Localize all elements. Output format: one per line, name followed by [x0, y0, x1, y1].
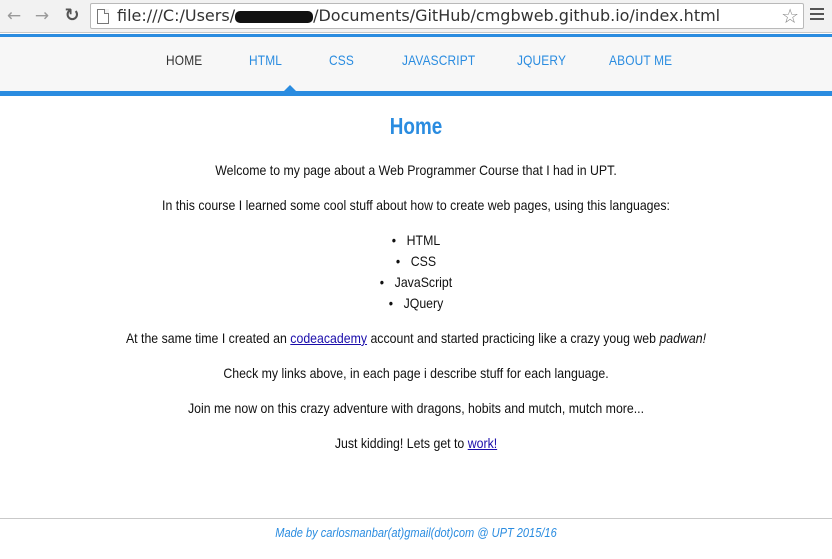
list-item: JQuery	[50, 293, 782, 314]
codeacademy-before: At the same time I created an	[125, 330, 291, 346]
footer-divider	[0, 518, 832, 519]
codeacademy-link[interactable]: codeacademy	[290, 330, 367, 346]
nav-css[interactable]: CSS	[329, 52, 354, 68]
nav-javascript[interactable]: JAVASCRIPT	[402, 52, 475, 68]
kidding-before: Just kidding! Lets get to	[334, 435, 468, 451]
reload-icon[interactable]: ↻	[61, 5, 83, 27]
redacted-username	[235, 10, 314, 23]
page-icon	[97, 9, 109, 24]
main-content: Home Welcome to my page about a Web Prog…	[0, 110, 832, 453]
welcome-text: Welcome to my page about a Web Programme…	[215, 162, 617, 178]
list-item: CSS	[50, 251, 782, 272]
bookmark-star-icon[interactable]: ☆	[781, 4, 799, 28]
links-text: Check my links above, in each page i des…	[223, 365, 609, 381]
forward-arrow-icon[interactable]: →	[31, 5, 53, 27]
padwan-text: padwan!	[659, 330, 707, 346]
join-text: Join me now on this crazy adventure with…	[187, 400, 645, 416]
list-item: JavaScript	[50, 272, 782, 293]
work-link[interactable]: work!	[468, 435, 497, 451]
nav-html[interactable]: HTML	[249, 52, 282, 68]
address-bar[interactable]: file:///C:/Users//Documents/GitHub/cmgbw…	[90, 3, 804, 29]
footer-text: Made by carlosmanbar(at)gmail(dot)com @ …	[275, 525, 557, 540]
nav-underline	[0, 91, 832, 96]
page-title: Home	[389, 113, 443, 139]
nav-jquery[interactable]: JQUERY	[517, 52, 566, 68]
nav-active-caret-icon	[284, 85, 296, 91]
url-text: file:///C:/Users//Documents/GitHub/cmgbw…	[117, 6, 721, 25]
nav-home[interactable]: HOME	[166, 52, 202, 68]
codeacademy-text: At the same time I created an codeacadem…	[50, 328, 782, 348]
intro-text: In this course I learned some cool stuff…	[162, 197, 670, 213]
languages-list: HTML CSS JavaScript JQuery	[0, 230, 832, 314]
browser-menu-icon[interactable]	[810, 8, 824, 22]
kidding-text: Just kidding! Lets get to work!	[50, 433, 782, 453]
browser-toolbar: ← → ↻ file:///C:/Users//Documents/GitHub…	[0, 0, 832, 33]
nav-about-me[interactable]: ABOUT ME	[609, 52, 672, 68]
back-arrow-icon[interactable]: ←	[3, 5, 25, 27]
list-item: HTML	[50, 230, 782, 251]
codeacademy-middle: account and started practicing like a cr…	[367, 330, 660, 346]
